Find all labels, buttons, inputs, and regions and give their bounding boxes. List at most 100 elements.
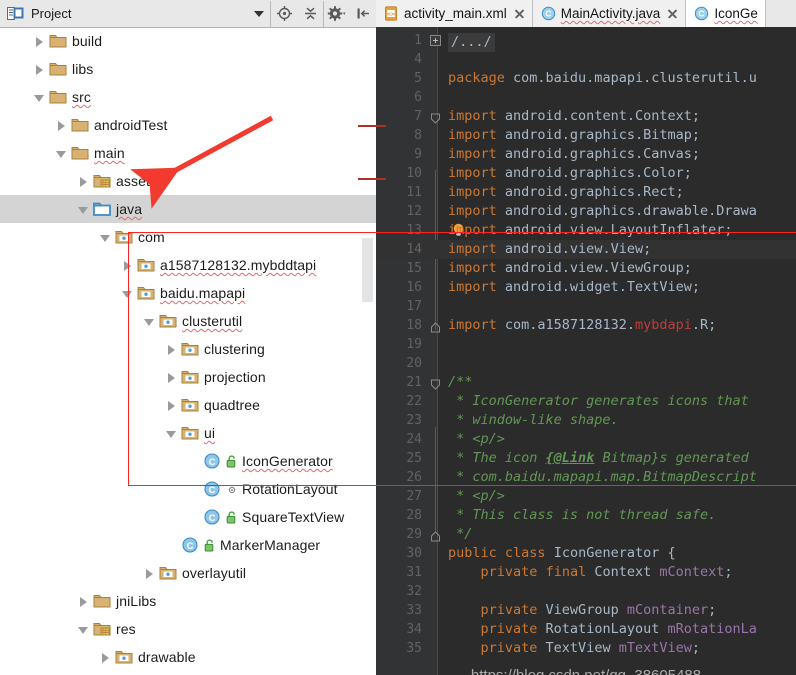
folder-plain-icon	[49, 89, 67, 105]
code-line[interactable]: 8 import android.graphics.Bitmap;	[376, 126, 796, 145]
chevron-right-icon[interactable]	[56, 120, 67, 131]
code-line[interactable]: 11 import android.graphics.Rect;	[376, 183, 796, 202]
chevron-right-icon[interactable]	[144, 568, 155, 579]
locate-target-icon[interactable]	[271, 1, 297, 27]
tree-row[interactable]: androidTest	[0, 111, 376, 139]
code-line[interactable]: 16 import android.widget.TextView;	[376, 278, 796, 297]
close-tab-icon[interactable]	[667, 8, 678, 19]
code-line[interactable]: 31 private final Context mContext;	[376, 563, 796, 582]
tree-row[interactable]: build	[0, 27, 376, 55]
tree-row[interactable]: C IconGenerator	[0, 447, 376, 475]
code-line[interactable]: 25 * The icon {@Link Bitmap}s generated	[376, 449, 796, 468]
code-line[interactable]: 13 import android.view.LayoutInflater;	[376, 221, 796, 240]
tree-row[interactable]: C MarkerManager	[0, 531, 376, 559]
tree-row[interactable]: res	[0, 615, 376, 643]
fold-marker-icon[interactable]	[430, 529, 441, 542]
chevron-down-icon[interactable]	[122, 288, 133, 299]
chevron-down-icon[interactable]	[78, 204, 89, 215]
tree-row[interactable]: main	[0, 139, 376, 167]
code-line[interactable]: 26 * com.baidu.mapapi.map.BitmapDescript	[376, 468, 796, 487]
fold-marker-icon[interactable]	[430, 35, 441, 46]
chevron-right-icon[interactable]	[166, 400, 177, 411]
chevron-right-icon[interactable]	[166, 344, 177, 355]
chevron-down-icon[interactable]	[56, 148, 67, 159]
tree-row[interactable]: projection	[0, 363, 376, 391]
code-line[interactable]: 30 public class IconGenerator {	[376, 544, 796, 563]
code-line[interactable]: 33 private ViewGroup mContainer;	[376, 601, 796, 620]
tree-row-label: src	[72, 89, 91, 105]
tree-row[interactable]: ui	[0, 419, 376, 447]
chevron-right-icon[interactable]	[78, 596, 89, 607]
code-line[interactable]: 4	[376, 50, 796, 69]
tree-row[interactable]: clustering	[0, 335, 376, 363]
close-tab-icon[interactable]	[514, 8, 525, 19]
fold-marker-icon[interactable]	[430, 377, 441, 390]
code-line[interactable]: 22 * IconGenerator generates icons that	[376, 392, 796, 411]
code-line[interactable]: 6	[376, 88, 796, 107]
tree-row[interactable]: src	[0, 83, 376, 111]
chevron-right-icon[interactable]	[34, 36, 45, 47]
fold-marker-icon[interactable]	[430, 111, 441, 124]
chevron-down-icon[interactable]	[144, 316, 155, 327]
code-line[interactable]: 27 * <p/>	[376, 487, 796, 506]
tree-row[interactable]: C RotationLayout	[0, 475, 376, 503]
chevron-right-icon[interactable]	[78, 176, 89, 187]
collapse-all-icon[interactable]	[297, 1, 323, 27]
code-line[interactable]: 1/.../	[376, 31, 796, 52]
tree-row[interactable]: jniLibs	[0, 587, 376, 615]
tree-row[interactable]: drawable	[0, 643, 376, 671]
tree-row[interactable]: com	[0, 223, 376, 251]
code-line[interactable]: 23 * window-like shape.	[376, 411, 796, 430]
editor-tab[interactable]: C MainActivity.java	[532, 0, 687, 27]
code-line[interactable]: 17	[376, 297, 796, 316]
chevron-right-icon[interactable]	[166, 372, 177, 383]
code-line[interactable]: 10 import android.graphics.Color;	[376, 164, 796, 183]
hide-panel-icon[interactable]	[350, 1, 376, 27]
tree-row[interactable]: C SquareTextView	[0, 503, 376, 531]
editor-tab[interactable]: C IconGe	[686, 0, 766, 27]
code-line[interactable]: 15 import android.view.ViewGroup;	[376, 259, 796, 278]
chevron-right-icon[interactable]	[122, 260, 133, 271]
code-line[interactable]: 19	[376, 335, 796, 354]
chevron-down-icon[interactable]	[34, 92, 45, 103]
settings-gear-icon[interactable]	[324, 1, 350, 27]
chevron-right-icon[interactable]	[34, 64, 45, 75]
tree-row-label: jniLibs	[116, 593, 157, 609]
chevron-down-icon[interactable]	[100, 232, 111, 243]
tree-row[interactable]: baidu.mapapi	[0, 279, 376, 307]
code-line[interactable]: 28 * This class is not thread safe.	[376, 506, 796, 525]
code-editor[interactable]: 1/.../4 5 package com.baidu.mapapi.cluster…	[376, 27, 796, 675]
code-line[interactable]: 34 private RotationLayout mRotationLa	[376, 620, 796, 639]
code-text: * window-like shape.	[448, 412, 619, 428]
line-number: 17	[406, 299, 422, 314]
code-line[interactable]: 32	[376, 582, 796, 601]
project-file-tree[interactable]: build libs src androidTest main assets java com…	[0, 27, 376, 675]
fold-marker-icon[interactable]	[430, 320, 441, 333]
code-line[interactable]: 35 private TextView mTextView;	[376, 639, 796, 658]
tree-row[interactable]: quadtree	[0, 391, 376, 419]
chevron-right-icon[interactable]	[100, 652, 111, 663]
tree-row[interactable]: assets	[0, 167, 376, 195]
chevron-down-icon[interactable]	[166, 428, 177, 439]
tree-row[interactable]: drawable-hdpi	[0, 671, 376, 675]
code-line[interactable]: 9 import android.graphics.Canvas;	[376, 145, 796, 164]
code-line[interactable]: 5 package com.baidu.mapapi.clusterutil.u	[376, 69, 796, 88]
tree-row[interactable]: clusterutil	[0, 307, 376, 335]
editor-tab[interactable]: <> activity_main.xml	[376, 0, 533, 27]
code-line[interactable]: 14 import android.view.View;	[376, 240, 796, 259]
tree-row[interactable]: java	[0, 195, 376, 223]
code-line[interactable]: 24 * <p/>	[376, 430, 796, 449]
code-line[interactable]: 20	[376, 354, 796, 373]
code-line[interactable]: 12 import android.graphics.drawable.Drawa	[376, 202, 796, 221]
tree-row[interactable]: overlayutil	[0, 559, 376, 587]
code-line[interactable]: 7 import android.content.Context;	[376, 107, 796, 126]
code-line[interactable]: 18 import com.a1587128132.mybdapi.R;	[376, 316, 796, 335]
tree-row[interactable]: libs	[0, 55, 376, 83]
project-view-chevron-down-icon[interactable]	[248, 1, 270, 27]
tree-row[interactable]: a1587128132.mybddtapi	[0, 251, 376, 279]
chevron-down-icon[interactable]	[78, 624, 89, 635]
project-panel-scrollbar[interactable]	[362, 238, 373, 302]
code-line[interactable]: 21 /**	[376, 373, 796, 392]
code-text: */	[448, 526, 473, 542]
code-line[interactable]: 29 */	[376, 525, 796, 544]
